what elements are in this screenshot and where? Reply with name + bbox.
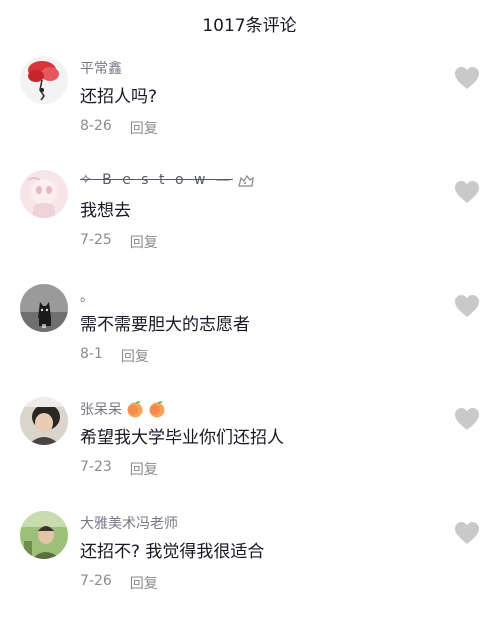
comment-item: 张呆呆 希望我大学毕业你们还招人 7-23 回复 bbox=[0, 397, 499, 509]
comment-meta: 7-23 回复 bbox=[80, 459, 158, 479]
peach-emoji-icon bbox=[127, 401, 143, 418]
like-heart-icon[interactable] bbox=[454, 521, 480, 545]
pink-illustration-avatar-icon bbox=[20, 170, 68, 218]
comment-date: 7-23 bbox=[80, 459, 112, 475]
comments-header: 1017条评论 bbox=[0, 0, 499, 44]
pet-icon bbox=[238, 174, 254, 187]
username-text[interactable]: 平常鑫 bbox=[80, 58, 122, 78]
username[interactable]: ✧ B e s t o w — bbox=[80, 172, 255, 188]
avatar[interactable] bbox=[20, 397, 68, 445]
username-text[interactable]: 张呆呆 bbox=[80, 399, 122, 419]
username[interactable]: 平常鑫 bbox=[80, 58, 122, 78]
comment-text: 希望我大学毕业你们还招人 bbox=[80, 428, 284, 448]
like-heart-icon[interactable] bbox=[454, 180, 480, 204]
comment-meta: 7-26 回复 bbox=[80, 573, 158, 593]
outdoor-photo-avatar-icon bbox=[20, 511, 68, 559]
reply-button[interactable]: 回复 bbox=[130, 232, 158, 252]
reply-button[interactable]: 回复 bbox=[121, 346, 149, 366]
comment-meta: 7-25 回复 bbox=[80, 232, 158, 252]
person-photo-avatar-icon bbox=[20, 397, 68, 445]
peach-emoji-icon bbox=[149, 401, 165, 418]
avatar[interactable] bbox=[20, 511, 68, 559]
like-heart-icon[interactable] bbox=[454, 294, 480, 318]
comment-date: 8-1 bbox=[80, 346, 103, 362]
username[interactable]: 张呆呆 bbox=[80, 399, 166, 419]
comment-item: 大雅美术冯老师 还招不? 我觉得我很适合 7-26 回复 bbox=[0, 511, 499, 623]
username[interactable]: 。 bbox=[80, 286, 94, 306]
username-text[interactable]: 。 bbox=[80, 286, 94, 306]
username-text[interactable]: 大雅美术冯老师 bbox=[80, 513, 178, 533]
avatar[interactable] bbox=[20, 56, 68, 104]
avatar[interactable] bbox=[20, 170, 68, 218]
comment-date: 7-26 bbox=[80, 573, 112, 589]
comment-text: 还招不? 我觉得我很适合 bbox=[80, 542, 265, 562]
comment-item: ✧ B e s t o w — 我想去 7-25 回复 bbox=[0, 170, 499, 282]
comment-item: 。 需不需要胆大的志愿者 8-1 回复 bbox=[0, 284, 499, 396]
comment-meta: 8-1 回复 bbox=[80, 346, 149, 366]
username-text[interactable]: ✧ B e s t o w — bbox=[80, 172, 233, 188]
comment-meta: 8-26 回复 bbox=[80, 118, 158, 138]
dark-cat-avatar-icon bbox=[20, 284, 68, 332]
reply-button[interactable]: 回复 bbox=[130, 573, 158, 593]
comment-count-title: 1017条评论 bbox=[202, 15, 297, 36]
red-flower-avatar-icon bbox=[20, 56, 68, 104]
reply-button[interactable]: 回复 bbox=[130, 118, 158, 138]
comment-item: 平常鑫 还招人吗? 8-26 回复 bbox=[0, 56, 499, 168]
comment-text: 我想去 bbox=[80, 201, 131, 221]
comment-date: 7-25 bbox=[80, 232, 112, 248]
like-heart-icon[interactable] bbox=[454, 407, 480, 431]
comment-text: 需不需要胆大的志愿者 bbox=[80, 315, 250, 335]
avatar[interactable] bbox=[20, 284, 68, 332]
reply-button[interactable]: 回复 bbox=[130, 459, 158, 479]
comment-text: 还招人吗? bbox=[80, 87, 158, 107]
like-heart-icon[interactable] bbox=[454, 66, 480, 90]
comment-date: 8-26 bbox=[80, 118, 112, 134]
username[interactable]: 大雅美术冯老师 bbox=[80, 513, 178, 533]
